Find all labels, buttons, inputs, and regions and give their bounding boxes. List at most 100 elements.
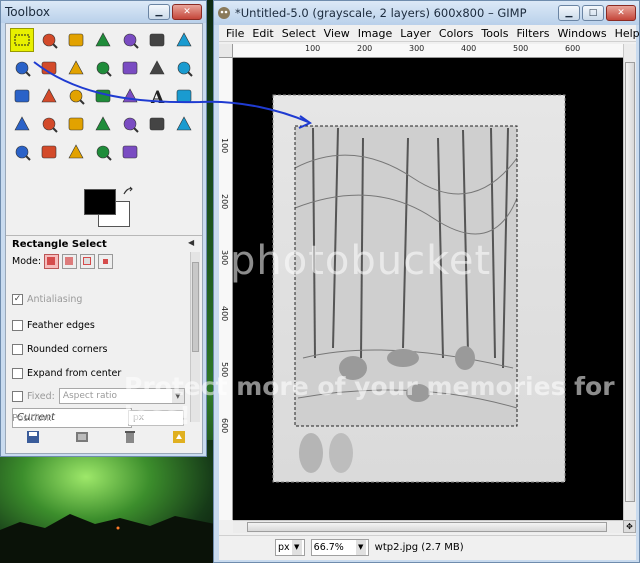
navigate-icon[interactable]: ✥ [623,520,636,533]
feather-edges-row[interactable]: Feather edges [12,320,95,331]
bucket-fill-icon[interactable] [172,84,196,108]
swap-colors-icon[interactable] [122,185,134,197]
feather-edges-checkbox[interactable] [12,320,23,331]
foreground-color[interactable] [84,189,116,215]
unit-dropdown[interactable]: px ▼ [275,539,305,556]
restore-options-icon[interactable] [75,430,89,444]
menu-windows[interactable]: Windows [554,25,611,41]
clone-icon[interactable] [172,112,196,136]
heal-icon[interactable] [10,140,34,164]
tool-options-title: Rectangle Select [12,239,107,250]
ruler-h-tick-label: 100 [305,44,321,53]
antialiasing-checkbox[interactable]: ✓ [12,294,23,305]
mode-add-icon[interactable] [62,254,78,269]
mode-row: Mode: [12,254,114,269]
mode-intersect-icon[interactable] [98,254,114,269]
color-picker-icon[interactable] [37,56,61,80]
paths-icon[interactable] [10,56,34,80]
blend-icon[interactable] [10,112,34,136]
maximize-button[interactable]: □ [582,5,604,21]
color-select-icon[interactable] [118,28,142,52]
expand-from-center-checkbox[interactable] [12,368,23,379]
horizontal-ruler[interactable]: 100 200 300 400 500 600 [233,44,623,58]
rotate-icon[interactable] [10,84,34,108]
scissors-icon[interactable] [145,28,169,52]
position-unit-value: px [133,413,145,423]
menu-tools[interactable]: Tools [478,25,513,41]
horizontal-scroll-thumb[interactable] [247,522,607,532]
menu-filters[interactable]: Filters [513,25,554,41]
text-icon[interactable]: A [145,84,169,108]
zoom-icon[interactable] [64,56,88,80]
move-icon[interactable] [118,56,142,80]
lasso-icon[interactable] [64,28,88,52]
menu-colors[interactable]: Colors [436,25,478,41]
smudge-icon[interactable] [91,140,115,164]
menu-select[interactable]: Select [279,25,321,41]
options-menu-icon[interactable]: ◀ [188,238,194,247]
options-scroll-thumb[interactable] [192,262,199,352]
crop-icon[interactable] [172,56,196,80]
fixed-dropdown[interactable]: Aspect ratio ▼ [58,388,185,404]
options-scrollbar[interactable] [190,252,200,422]
align-icon[interactable] [145,56,169,80]
unit-value: px [278,542,290,553]
mode-label: Mode: [12,256,42,267]
close-button[interactable]: ✕ [172,4,202,20]
eraser-icon[interactable] [91,112,115,136]
quick-mask-toggle[interactable] [219,44,233,58]
image-window: *Untitled-5.0 (grayscale, 2 layers) 600x… [213,0,640,563]
airbrush-icon[interactable] [118,112,142,136]
vertical-scrollbar[interactable] [623,44,636,520]
fixed-checkbox[interactable] [12,390,23,402]
rounded-corners-label: Rounded corners [27,344,108,355]
toolbox-titlebar[interactable]: Toolbox ▁ ✕ [1,1,206,23]
close-button[interactable]: ✕ [606,5,636,21]
rounded-corners-checkbox[interactable] [12,344,23,355]
dodge-burn-icon[interactable] [118,140,142,164]
paintbrush-icon[interactable] [64,112,88,136]
mode-subtract-icon[interactable] [80,254,96,269]
expand-from-center-label: Expand from center [27,368,122,379]
menu-help[interactable]: Help [612,25,640,41]
menu-image[interactable]: Image [355,25,397,41]
foreground-select-icon[interactable] [172,28,196,52]
shear-icon[interactable] [64,84,88,108]
menu-file[interactable]: File [223,25,249,41]
delete-options-icon[interactable] [123,430,137,444]
reset-options-icon[interactable] [172,430,186,444]
flip-icon[interactable] [118,84,142,108]
color-swatches[interactable] [82,185,136,229]
antialiasing-row[interactable]: ✓ Antialiasing [12,294,82,305]
image-window-titlebar[interactable]: *Untitled-5.0 (grayscale, 2 layers) 600x… [214,1,639,25]
scale-icon[interactable] [37,84,61,108]
ellipse-select-icon[interactable] [37,28,61,52]
blur-icon[interactable] [64,140,88,164]
minimize-button[interactable]: ▁ [148,4,170,20]
rect-select-icon[interactable] [10,28,34,52]
mode-replace-icon[interactable] [44,254,60,269]
menu-layer[interactable]: Layer [397,25,436,41]
pencil-icon[interactable] [37,112,61,136]
menubar: File Edit Select View Image Layer Colors Tools F… [219,25,640,42]
vertical-ruler[interactable]: 100 200 300 400 500 600 [219,58,233,520]
save-options-icon[interactable] [26,430,40,444]
ruler-v-tick-label: 300 [220,250,229,266]
fuzzy-select-icon[interactable] [91,28,115,52]
menu-edit[interactable]: Edit [249,25,278,41]
position-unit-dropdown[interactable]: px [128,410,184,426]
vertical-scroll-thumb[interactable] [625,62,635,502]
measure-icon[interactable] [91,56,115,80]
feather-edges-label: Feather edges [27,320,95,331]
horizontal-scrollbar[interactable] [233,520,623,533]
perspective-icon[interactable] [91,84,115,108]
minimize-button[interactable]: ▁ [558,5,580,21]
expand-from-center-row[interactable]: Expand from center [12,368,121,379]
menu-view[interactable]: View [321,25,355,41]
ruler-v-tick-label: 600 [220,418,229,434]
zoom-dropdown[interactable]: 66.7% ▼ [310,539,369,556]
rounded-corners-row[interactable]: Rounded corners [12,344,107,355]
perspective-clone-icon[interactable] [37,140,61,164]
ink-icon[interactable] [145,112,169,136]
image-canvas[interactable] [233,58,623,520]
